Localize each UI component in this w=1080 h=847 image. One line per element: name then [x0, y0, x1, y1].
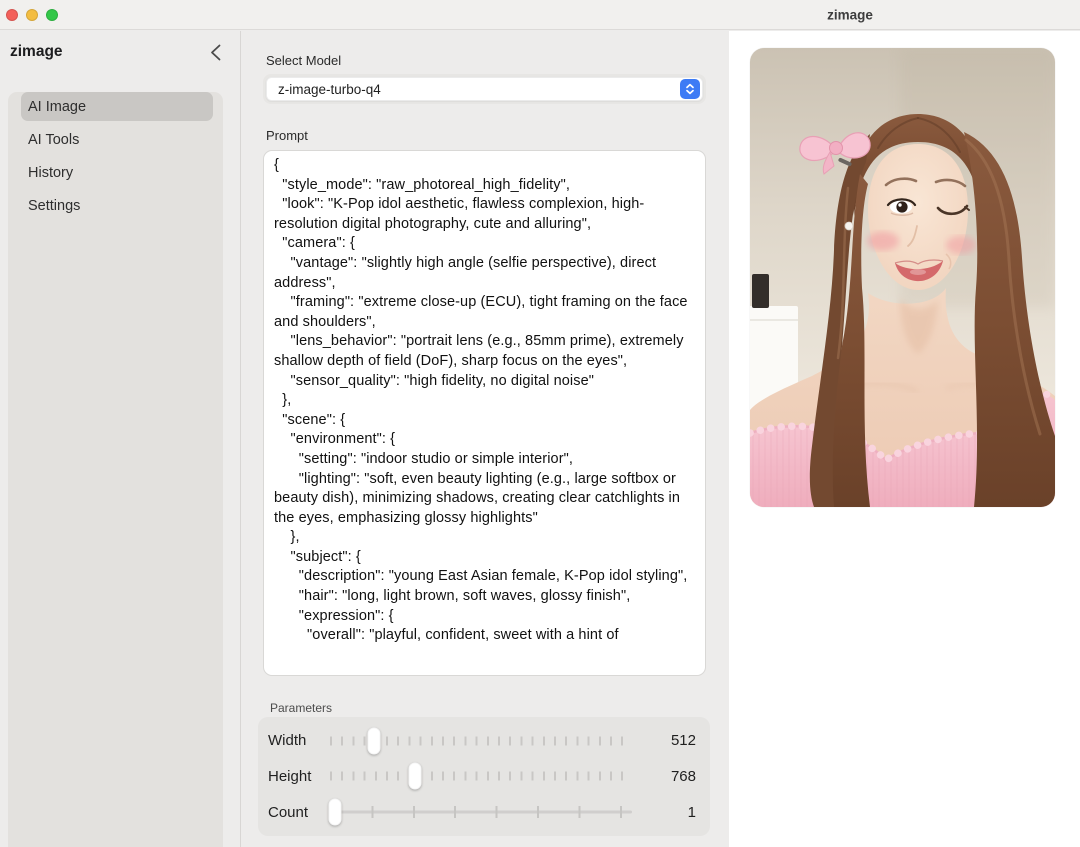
width-label: Width — [268, 732, 330, 749]
count-slider-thumb[interactable] — [328, 799, 341, 826]
prompt-label: Prompt — [266, 128, 308, 143]
select-model-label: Select Model — [266, 53, 341, 68]
slider-ticks — [330, 806, 632, 818]
height-slider[interactable] — [330, 761, 632, 791]
sidebar-item-label: History — [28, 165, 73, 181]
app-title: zimage — [10, 43, 63, 61]
sidebar-collapse-button[interactable] — [205, 42, 225, 62]
sidebar-item-history[interactable]: History — [21, 158, 213, 187]
sidebar-item-label: AI Tools — [28, 132, 79, 148]
parameters-label: Parameters — [270, 701, 332, 715]
height-label: Height — [268, 768, 330, 785]
sidebar-nav: AI Image AI Tools History Settings — [8, 92, 223, 847]
height-slider-thumb[interactable] — [408, 763, 421, 790]
model-select-field[interactable]: z-image-turbo-q4 — [266, 77, 703, 101]
sidebar-header: zimage — [0, 31, 240, 73]
sidebar-item-settings[interactable]: Settings — [21, 191, 213, 220]
window-titlebar: zimage — [0, 0, 1080, 30]
zoom-button[interactable] — [46, 9, 58, 21]
height-row: Height 768 — [268, 760, 696, 793]
sidebar-item-label: AI Image — [28, 99, 86, 115]
width-row: Width 512 — [268, 724, 696, 757]
slider-ticks — [330, 772, 632, 781]
count-label: Count — [268, 804, 330, 821]
width-slider[interactable] — [330, 726, 632, 756]
width-slider-thumb[interactable] — [367, 727, 380, 754]
sidebar-item-ai-image[interactable]: AI Image — [21, 92, 213, 121]
count-slider[interactable] — [330, 797, 632, 827]
main-panel: Select Model z-image-turbo-q4 Prompt { "… — [241, 30, 728, 847]
prompt-textarea[interactable]: { "style_mode": "raw_photoreal_high_fide… — [263, 150, 706, 676]
model-select-value: z-image-turbo-q4 — [278, 82, 381, 97]
minimize-button[interactable] — [26, 9, 38, 21]
model-select[interactable]: z-image-turbo-q4 — [263, 74, 706, 104]
parameters-panel: Width 512 Height 768 Count 1 — [258, 717, 710, 836]
preview-panel — [729, 31, 1080, 847]
sidebar-item-ai-tools[interactable]: AI Tools — [21, 125, 213, 154]
width-value: 512 — [658, 732, 696, 749]
generated-image — [750, 48, 1055, 507]
close-button[interactable] — [6, 9, 18, 21]
sidebar: zimage AI Image AI Tools History Setting… — [0, 31, 240, 847]
count-row: Count 1 — [268, 796, 696, 829]
window-title: zimage — [827, 7, 873, 22]
select-stepper-icon — [680, 79, 700, 99]
sidebar-item-label: Settings — [28, 198, 80, 214]
chevron-left-icon — [210, 44, 221, 61]
count-value: 1 — [658, 804, 696, 821]
portrait-illustration — [750, 48, 1055, 507]
height-value: 768 — [658, 768, 696, 785]
